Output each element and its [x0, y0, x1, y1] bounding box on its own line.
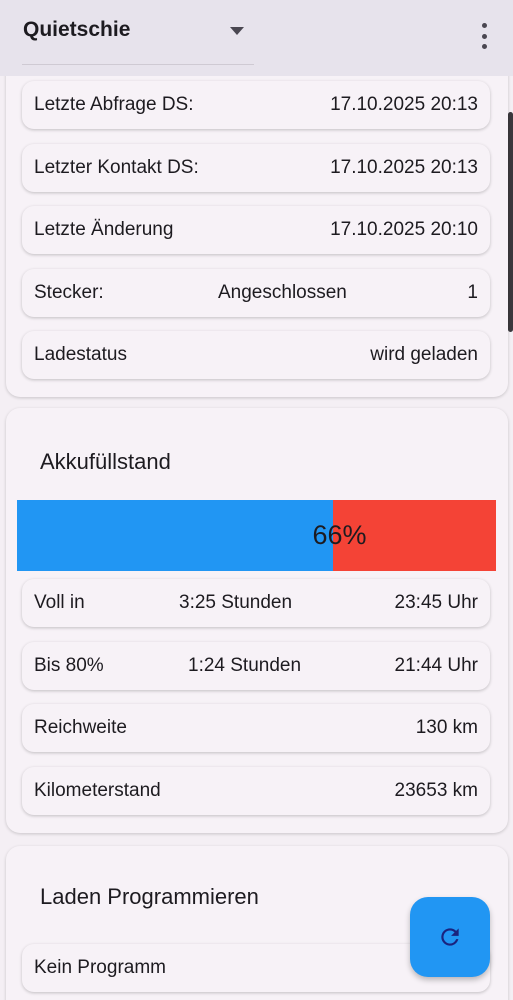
plug-label: Stecker:: [34, 282, 104, 303]
charge-status-value: wird geladen: [370, 344, 478, 365]
full-in-row: Voll in 3:25 Stunden 23:45 Uhr: [22, 579, 490, 627]
to-80-label: Bis 80%: [34, 655, 104, 676]
last-contact-row: Letzter Kontakt DS: 17.10.2025 20:13: [22, 144, 490, 192]
refresh-icon: [441, 928, 459, 946]
refresh-button[interactable]: [410, 897, 490, 977]
full-in-duration: 3:25 Stunden: [179, 592, 293, 613]
charge-status-label: Ladestatus: [34, 344, 127, 365]
last-change-label: Letzte Änderung: [34, 219, 174, 240]
battery-percent-label: 66%: [312, 520, 367, 550]
battery-level-bar: 66%: [17, 500, 496, 571]
plug-state: Angeschlossen: [218, 282, 347, 303]
last-contact-label: Letzter Kontakt DS:: [34, 157, 199, 178]
range-label: Reichweite: [34, 717, 127, 738]
last-query-value: 17.10.2025 20:13: [330, 94, 478, 115]
last-query-row: Letzte Abfrage DS: 17.10.2025 20:13: [22, 81, 490, 129]
app-bar: Quietschie: [0, 0, 513, 76]
more-vert-icon[interactable]: [479, 23, 489, 49]
range-row: Reichweite 130 km: [22, 704, 490, 752]
odometer-value: 23653 km: [394, 780, 478, 801]
last-change-row: Letzte Änderung 17.10.2025 20:10: [22, 206, 490, 254]
odometer-label: Kilometerstand: [34, 780, 161, 801]
scrollbar[interactable]: [508, 112, 513, 332]
to-80-time: 21:44 Uhr: [394, 655, 478, 676]
odometer-row: Kilometerstand 23653 km: [22, 767, 490, 815]
battery-title: Akkufüllstand: [40, 449, 171, 474]
vehicle-dropdown[interactable]: Quietschie: [22, 0, 254, 65]
last-change-value: 17.10.2025 20:10: [330, 219, 478, 240]
vehicle-name: Quietschie: [23, 18, 131, 41]
program-value: Kein Programm: [34, 957, 166, 978]
charge-status-row: Ladestatus wird geladen: [22, 331, 490, 379]
plug-number: 1: [467, 282, 478, 303]
program-title: Laden Programmieren: [40, 884, 259, 909]
to-80-row: Bis 80% 1:24 Stunden 21:44 Uhr: [22, 642, 490, 690]
last-query-label: Letzte Abfrage DS:: [34, 94, 194, 115]
full-in-time: 23:45 Uhr: [394, 592, 478, 613]
plug-row: Stecker: Angeschlossen 1: [22, 269, 490, 317]
caret-down-icon: [230, 27, 244, 35]
last-contact-value: 17.10.2025 20:13: [330, 157, 478, 178]
to-80-duration: 1:24 Stunden: [188, 655, 302, 676]
full-in-label: Voll in: [34, 592, 85, 613]
range-value: 130 km: [415, 717, 478, 738]
